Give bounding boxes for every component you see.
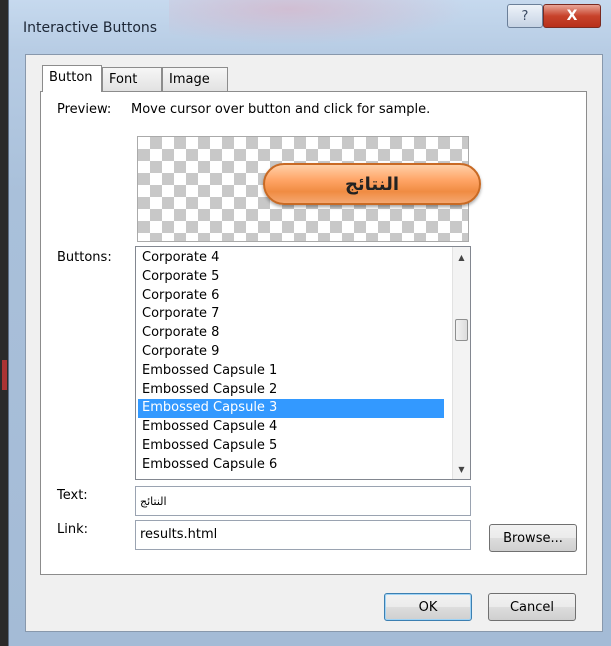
tab-button-label: Button xyxy=(49,70,93,85)
list-item[interactable]: Corporate 4 xyxy=(138,249,444,268)
cancel-button-label: Cancel xyxy=(509,599,555,615)
tab-font[interactable]: Font xyxy=(102,67,162,91)
close-icon: X xyxy=(566,8,578,24)
browse-button[interactable]: Browse... xyxy=(489,524,577,552)
link-input[interactable]: results.html xyxy=(135,520,471,550)
tab-image-label: Image xyxy=(169,72,210,87)
text-label: Text: xyxy=(57,488,88,503)
background-window-edge xyxy=(0,0,8,646)
title-bar[interactable]: Interactive Buttons ? X xyxy=(9,0,611,54)
list-item[interactable]: Corporate 6 xyxy=(138,287,444,306)
list-item[interactable]: Embossed Capsule 2 xyxy=(138,381,444,400)
tab-image[interactable]: Image xyxy=(162,67,228,91)
list-item[interactable]: Corporate 5 xyxy=(138,268,444,287)
ok-button-label: OK xyxy=(418,599,438,615)
interactive-buttons-dialog: Interactive Buttons ? X Button Font Imag… xyxy=(8,0,611,646)
button-tab-panel: Preview: Move cursor over button and cli… xyxy=(40,91,587,575)
buttons-listbox[interactable]: Corporate 4 Corporate 5 Corporate 6 Corp… xyxy=(135,246,471,480)
background-red-mark xyxy=(2,360,7,390)
link-label: Link: xyxy=(57,522,89,537)
buttons-label: Buttons: xyxy=(57,250,112,265)
list-item[interactable]: Embossed Capsule 5 xyxy=(138,437,444,456)
cancel-button[interactable]: Cancel xyxy=(488,593,576,621)
preview-label: Preview: xyxy=(57,102,112,117)
tab-font-label: Font xyxy=(109,72,138,87)
scroll-down-icon[interactable]: ▼ xyxy=(453,460,470,478)
preview-area[interactable]: النتائج xyxy=(137,136,481,242)
title-glass-highlight xyxy=(169,0,469,45)
ok-button[interactable]: OK xyxy=(384,593,472,621)
list-scrollbar[interactable]: ▲ ▼ xyxy=(452,247,470,479)
sample-button-text: النتائج xyxy=(344,173,400,195)
dialog-title: Interactive Buttons xyxy=(23,20,158,36)
list-item[interactable]: Corporate 9 xyxy=(138,343,444,362)
scroll-thumb[interactable] xyxy=(455,319,468,341)
tab-button[interactable]: Button xyxy=(42,65,102,92)
list-item-selected[interactable]: Embossed Capsule 3 xyxy=(138,399,444,419)
sample-button[interactable]: النتائج xyxy=(263,163,481,205)
close-button[interactable]: X xyxy=(543,4,601,28)
preview-hint: Move cursor over button and click for sa… xyxy=(131,102,431,117)
list-item[interactable]: Embossed Capsule 6 xyxy=(138,456,444,475)
list-item[interactable]: Corporate 8 xyxy=(138,324,444,343)
dialog-client-area: Button Font Image Preview: Move cursor o… xyxy=(25,54,603,632)
scroll-up-icon[interactable]: ▲ xyxy=(453,248,470,266)
buttons-list-items: Corporate 4 Corporate 5 Corporate 6 Corp… xyxy=(138,249,444,475)
link-input-value: results.html xyxy=(140,527,218,542)
list-item[interactable]: Embossed Capsule 1 xyxy=(138,362,444,381)
list-item[interactable]: Corporate 7 xyxy=(138,305,444,324)
text-input-value: النتائج xyxy=(140,495,167,508)
browse-button-label: Browse... xyxy=(503,530,563,546)
help-icon: ? xyxy=(521,8,529,24)
text-input[interactable]: النتائج xyxy=(135,486,471,516)
list-item[interactable]: Embossed Capsule 4 xyxy=(138,418,444,437)
help-button[interactable]: ? xyxy=(507,4,543,28)
